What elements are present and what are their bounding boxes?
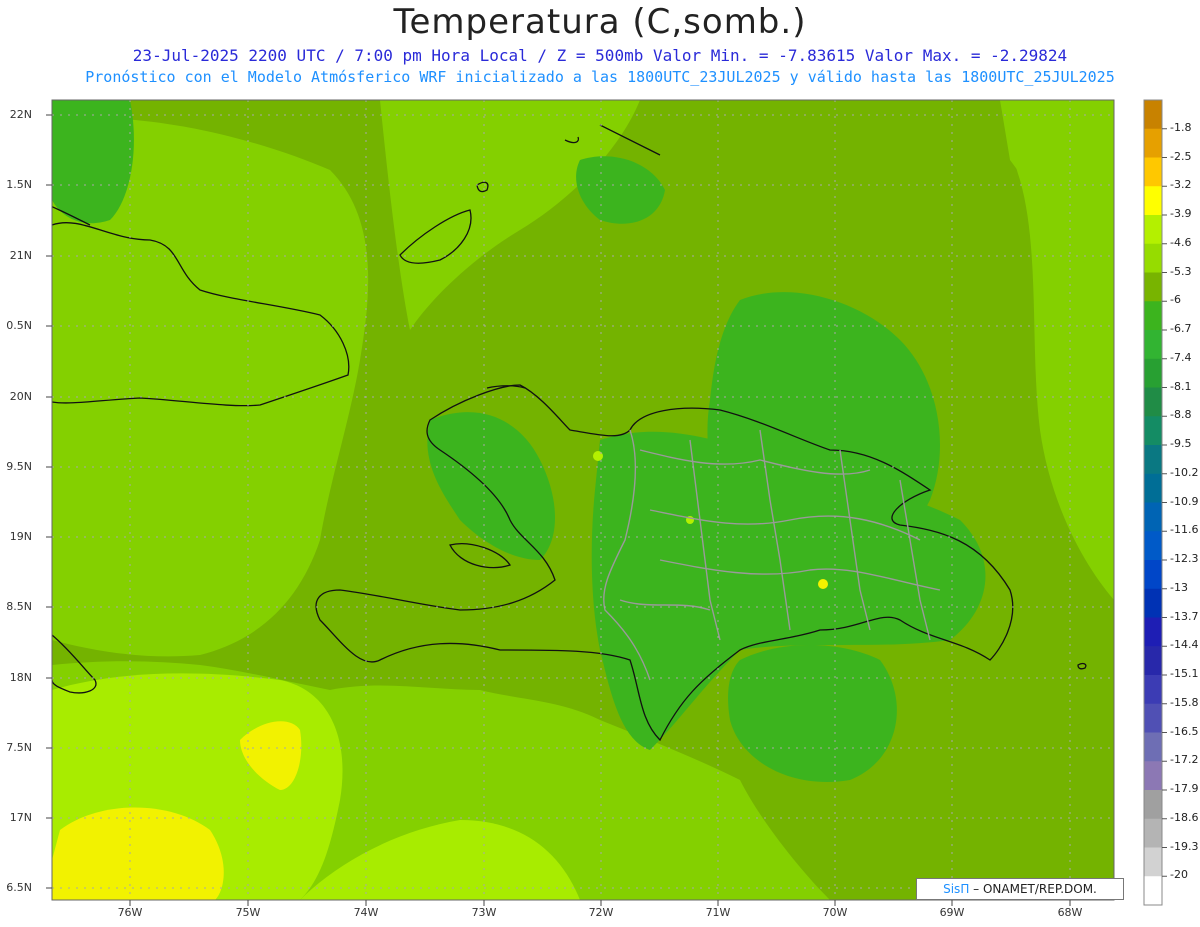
lat-label-19n: 19N xyxy=(9,530,32,543)
colorbar-label: -12.3 xyxy=(1170,552,1199,565)
field-hotspot-1 xyxy=(818,579,828,589)
colorbar-swatch xyxy=(1144,100,1162,130)
colorbar-label: -5.3 xyxy=(1170,264,1192,278)
colorbar-swatch xyxy=(1144,617,1162,647)
colorbar-label: -17.9 xyxy=(1170,782,1199,795)
lon-label-71w: 71W xyxy=(705,906,731,919)
lat-label-17n: 17N xyxy=(9,811,32,824)
lat-label-22n: 22N xyxy=(9,108,32,121)
lon-label-73w: 73W xyxy=(471,906,497,919)
lon-label-70w: 70W xyxy=(822,906,848,919)
colorbar-label: -6 xyxy=(1170,293,1181,307)
colorbar-label: -4.6 xyxy=(1170,235,1192,249)
lat-label-9.5n: 9.5N xyxy=(6,460,32,473)
lat-label-20n: 20N xyxy=(9,390,32,403)
colorbar-label: -18.6 xyxy=(1170,810,1199,824)
colorbar-label: -14.4 xyxy=(1170,638,1199,652)
lat-label-18n: 18N xyxy=(9,671,32,684)
colorbar-label: -9.5 xyxy=(1170,437,1192,450)
colorbar-label: -10.9 xyxy=(1170,494,1199,508)
lat-label-1.5n: 1.5N xyxy=(6,178,32,191)
colorbar-swatch xyxy=(1144,186,1162,216)
colorbar-label: -10.2 xyxy=(1170,465,1199,479)
colorbar-label: -16.5 xyxy=(1170,724,1199,738)
colorbar-swatch xyxy=(1144,588,1162,618)
credit-brand: SisΠ xyxy=(943,882,970,896)
lon-label-69w: 69W xyxy=(939,906,965,919)
colorbar-swatch xyxy=(1144,416,1162,446)
colorbar-swatch xyxy=(1144,330,1162,360)
lat-label-0.5n: 0.5N xyxy=(6,319,32,332)
lon-label-72w: 72W xyxy=(588,906,614,919)
colorbar-label: -13 xyxy=(1170,580,1188,594)
colorbar-swatch xyxy=(1144,847,1162,877)
colorbar-swatch xyxy=(1144,387,1162,417)
colorbar-swatch xyxy=(1144,473,1162,503)
colorbar-swatch xyxy=(1144,876,1162,906)
lon-label-76w: 76W xyxy=(117,906,143,919)
colorbar-label: -15.8 xyxy=(1170,695,1199,709)
colorbar-swatch xyxy=(1144,272,1162,302)
credit-text: – ONAMET/REP.DOM. xyxy=(969,882,1097,896)
colorbar-label: -17.2 xyxy=(1170,753,1199,767)
colorbar-swatch xyxy=(1144,301,1162,331)
lon-label-68w: 68W xyxy=(1057,906,1083,919)
lat-label-8.5n: 8.5N xyxy=(6,600,32,613)
lon-label-74w: 74W xyxy=(353,906,379,919)
colorbar-label: -2.5 xyxy=(1170,149,1192,163)
colorbar-swatch xyxy=(1144,215,1162,245)
colorbar-label: -8.8 xyxy=(1170,408,1192,422)
colorbar xyxy=(1143,99,1167,906)
credit-box: SisΠ – ONAMET/REP.DOM. xyxy=(916,878,1124,900)
colorbar-label: -3.2 xyxy=(1170,178,1192,192)
colorbar-swatch xyxy=(1144,761,1162,791)
lat-label-6.5n: 6.5N xyxy=(6,881,32,894)
colorbar-swatch xyxy=(1144,128,1162,158)
colorbar-label: -13.7 xyxy=(1170,609,1199,623)
lon-label-75w: 75W xyxy=(235,906,261,919)
lat-label-21n: 21N xyxy=(9,249,32,262)
colorbar-label: -1.8 xyxy=(1170,120,1192,134)
colorbar-swatch xyxy=(1144,703,1162,733)
colorbar-label: -8.1 xyxy=(1170,379,1192,393)
colorbar-swatch xyxy=(1144,243,1162,273)
colorbar-label: -20 xyxy=(1170,868,1188,882)
colorbar-swatch xyxy=(1144,502,1162,532)
colorbar-label: -15.1 xyxy=(1170,667,1199,680)
colorbar-label: -7.4 xyxy=(1170,350,1192,364)
colorbar-swatch xyxy=(1144,531,1162,561)
colorbar-label: -6.7 xyxy=(1170,322,1192,335)
colorbar-swatch xyxy=(1144,560,1162,590)
temperature-map xyxy=(46,99,1167,906)
colorbar-swatch xyxy=(1144,732,1162,762)
colorbar-swatch xyxy=(1144,818,1162,848)
colorbar-label: -19.3 xyxy=(1170,839,1199,853)
colorbar-label: -3.9 xyxy=(1170,207,1192,220)
lat-label-7.5n: 7.5N xyxy=(6,741,32,754)
colorbar-swatch xyxy=(1144,790,1162,820)
colorbar-swatch xyxy=(1144,675,1162,705)
colorbar-label: -11.6 xyxy=(1170,523,1199,537)
colorbar-swatch xyxy=(1144,157,1162,187)
colorbar-swatch xyxy=(1144,358,1162,388)
colorbar-swatch xyxy=(1144,445,1162,475)
shaded-field xyxy=(52,100,1114,900)
colorbar-swatch xyxy=(1144,646,1162,676)
